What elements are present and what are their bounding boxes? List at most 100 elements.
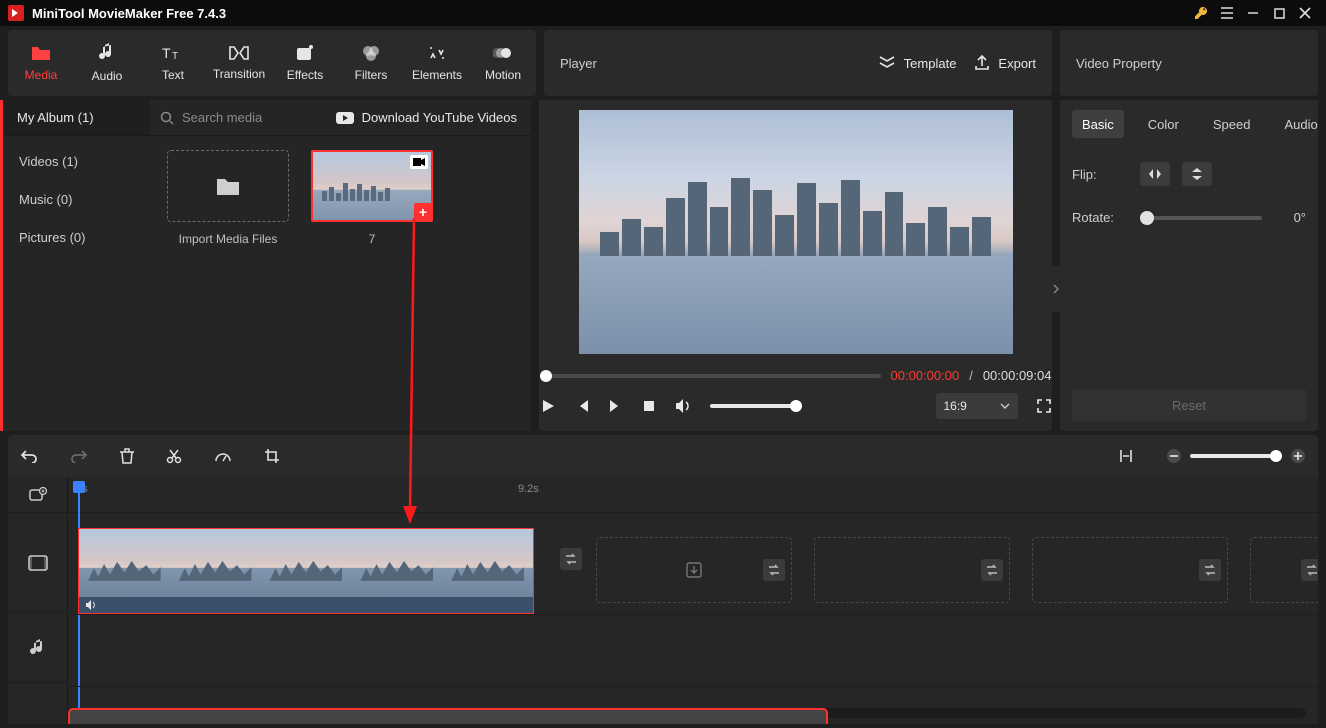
audio-track-header[interactable] (8, 613, 67, 683)
ribbon-tab-transition[interactable]: Transition (206, 32, 272, 94)
property-panel: Basic Color Speed Audio Flip: Rotate: 0°… (1060, 100, 1318, 431)
fit-timeline-icon[interactable] (1118, 448, 1134, 464)
reset-button[interactable]: Reset (1072, 389, 1306, 421)
timeline-scrollbar[interactable] (68, 708, 1306, 718)
download-youtube-label: Download YouTube Videos (362, 110, 517, 125)
sidebar-item-label: Music (0) (19, 192, 72, 207)
prop-tab-audio[interactable]: Audio (1274, 110, 1326, 138)
delete-button[interactable] (120, 448, 134, 464)
transition-slot-icon[interactable] (1199, 559, 1221, 581)
ribbon-tab-text[interactable]: TT Text (140, 32, 206, 94)
search-input[interactable]: Search media (150, 100, 336, 135)
empty-clip-slot[interactable] (814, 537, 1010, 603)
ribbon-tab-filters[interactable]: Filters (338, 32, 404, 94)
add-to-timeline-icon[interactable]: + (414, 203, 432, 221)
template-button[interactable]: Template (878, 55, 957, 71)
timeline-clip[interactable] (78, 528, 534, 614)
add-track-button[interactable] (8, 477, 67, 513)
flip-vertical-button[interactable] (1182, 162, 1212, 186)
panel-collapse-toggle[interactable] (1050, 266, 1062, 312)
split-button[interactable] (166, 448, 182, 464)
stop-button[interactable] (642, 399, 656, 413)
zoom-out-button[interactable] (1166, 448, 1182, 464)
title-bar: MiniTool MovieMaker Free 7.4.3 (0, 0, 1326, 26)
thumbnail-caption: 7 (369, 232, 376, 246)
player-seek-bar[interactable]: 00:00:00:00 / 00:00:09:04 (540, 368, 1052, 383)
time-separator: / (969, 368, 973, 383)
media-thumbnail[interactable]: + 7 (311, 150, 433, 246)
download-clip-icon (685, 561, 703, 579)
rotate-slider[interactable] (1140, 216, 1262, 220)
transition-slot-icon[interactable] (763, 559, 785, 581)
fullscreen-button[interactable] (1036, 398, 1052, 414)
export-button[interactable]: Export (974, 55, 1036, 71)
ruler-tick: 9.2s (518, 483, 539, 495)
ribbon-tab-motion[interactable]: Motion (470, 32, 536, 94)
import-media-label: Import Media Files (179, 232, 278, 246)
zoom-slider[interactable] (1190, 454, 1282, 458)
total-time: 00:00:09:04 (983, 368, 1052, 383)
redo-button[interactable] (70, 449, 88, 463)
sidebar-item-music[interactable]: Music (0) (3, 180, 153, 218)
timeline-ruler[interactable]: 0s 9.2s (68, 477, 1318, 513)
sidebar-item-videos[interactable]: Videos (1) (3, 142, 153, 180)
property-header-bar: Video Property (1060, 30, 1318, 96)
flip-horizontal-button[interactable] (1140, 162, 1170, 186)
crop-button[interactable] (264, 448, 280, 464)
window-close-button[interactable] (1292, 0, 1318, 26)
transition-slot-icon[interactable] (1301, 559, 1318, 581)
video-track-header[interactable] (8, 513, 67, 613)
next-frame-button[interactable] (608, 398, 624, 414)
current-time: 00:00:00:00 (891, 368, 960, 383)
transition-slot-icon[interactable] (556, 537, 586, 603)
ribbon-tab-label: Audio (92, 69, 123, 83)
volume-icon[interactable] (674, 398, 692, 414)
ribbon-tab-effects[interactable]: Effects (272, 32, 338, 94)
flip-label: Flip: (1072, 167, 1128, 182)
prop-tab-label: Speed (1213, 117, 1251, 132)
album-tab[interactable]: My Album (1) (3, 100, 150, 135)
aspect-ratio-select[interactable]: 16:9 (936, 393, 1018, 419)
import-media-card[interactable]: Import Media Files (167, 150, 289, 246)
play-button[interactable] (540, 398, 556, 414)
ribbon-tab-label: Elements (412, 68, 462, 82)
transition-slot-icon[interactable] (981, 559, 1003, 581)
empty-clip-slot[interactable] (1250, 537, 1318, 603)
prop-tab-basic[interactable]: Basic (1072, 110, 1124, 138)
download-youtube-button[interactable]: Download YouTube Videos (336, 100, 531, 135)
prop-tab-speed[interactable]: Speed (1203, 110, 1261, 138)
sidebar-item-pictures[interactable]: Pictures (0) (3, 218, 153, 256)
key-icon[interactable] (1188, 0, 1214, 26)
export-label: Export (998, 56, 1036, 71)
ribbon: Media Audio TT Text Transition Effects F… (0, 26, 1326, 96)
window-minimize-button[interactable] (1240, 0, 1266, 26)
video-track[interactable] (68, 525, 1318, 615)
volume-slider[interactable] (710, 404, 802, 408)
audio-track[interactable] (68, 627, 1318, 687)
empty-clip-slot[interactable] (1032, 537, 1228, 603)
window-maximize-button[interactable] (1266, 0, 1292, 26)
search-icon (160, 111, 174, 125)
ribbon-tab-label: Motion (485, 68, 521, 82)
ribbon-tab-label: Effects (287, 68, 323, 82)
speed-button[interactable] (214, 449, 232, 463)
template-label: Template (904, 56, 957, 71)
chevron-down-icon (1000, 403, 1010, 409)
zoom-in-button[interactable] (1290, 448, 1306, 464)
prop-tab-label: Audio (1284, 117, 1317, 132)
youtube-icon (336, 112, 354, 124)
ribbon-tab-elements[interactable]: Elements (404, 32, 470, 94)
empty-clip-slot[interactable] (596, 537, 792, 603)
player-header-label: Player (560, 56, 597, 71)
player-preview[interactable] (579, 110, 1013, 354)
timeline[interactable]: 0s 9.2s (8, 477, 1318, 724)
undo-button[interactable] (20, 449, 38, 463)
prop-tab-color[interactable]: Color (1138, 110, 1189, 138)
player-panel: 00:00:00:00 / 00:00:09:04 16:9 (539, 100, 1052, 431)
ribbon-tab-audio[interactable]: Audio (74, 32, 140, 94)
hamburger-menu-icon[interactable] (1214, 0, 1240, 26)
media-panel: My Album (1) Search media Download YouTu… (0, 100, 531, 431)
ribbon-tabs: Media Audio TT Text Transition Effects F… (8, 30, 536, 96)
prev-frame-button[interactable] (574, 398, 590, 414)
ribbon-tab-media[interactable]: Media (8, 32, 74, 94)
